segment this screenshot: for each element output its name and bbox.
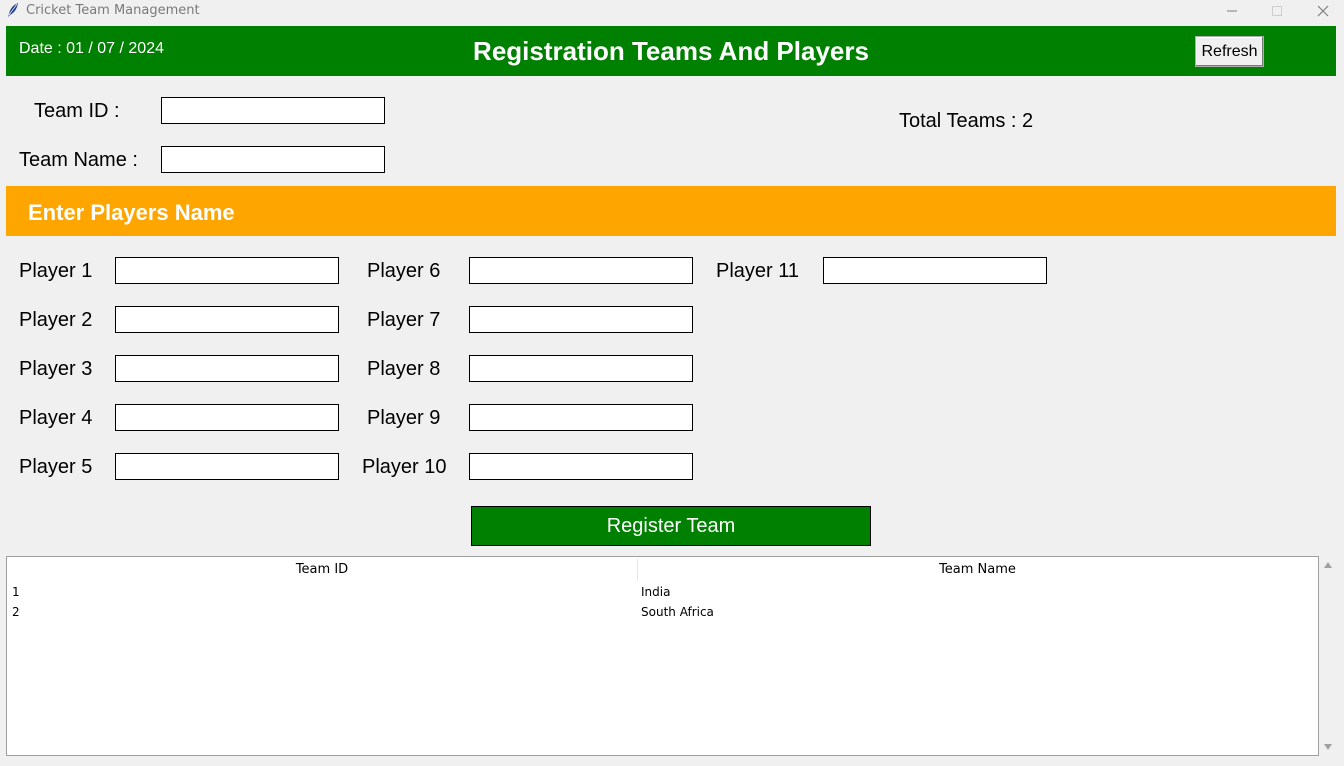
player-9-input[interactable]	[469, 404, 693, 431]
triangle-down-icon	[1322, 740, 1334, 757]
player-4-input[interactable]	[115, 404, 339, 431]
triangle-up-icon	[1322, 558, 1334, 575]
player-9-label: Player 9	[367, 407, 441, 429]
scroll-up-button[interactable]	[1322, 558, 1334, 570]
player-5-input[interactable]	[115, 453, 339, 480]
window-title: Cricket Team Management	[26, 3, 200, 18]
player-3-label: Player 3	[19, 358, 93, 380]
register-team-button[interactable]: Register Team	[471, 506, 871, 546]
players-section-title: Enter Players Name	[28, 200, 235, 225]
minimize-button[interactable]	[1209, 0, 1255, 22]
player-10-label: Player 10	[362, 456, 447, 478]
cell-team-name: South Africa	[641, 605, 714, 619]
team-name-label: Team Name :	[19, 149, 138, 171]
teams-table[interactable]: Team ID Team Name 1 India 2 South Africa	[6, 556, 1319, 756]
total-teams-label: Total Teams : 2	[899, 110, 1034, 132]
close-button[interactable]	[1300, 0, 1344, 22]
minimize-icon	[1226, 5, 1238, 17]
cell-team-id: 1	[12, 585, 20, 599]
refresh-button[interactable]: Refresh	[1195, 36, 1264, 67]
cell-team-name: India	[641, 585, 671, 599]
player-1-input[interactable]	[115, 257, 339, 284]
player-3-input[interactable]	[115, 355, 339, 382]
player-5-label: Player 5	[19, 456, 93, 478]
player-10-input[interactable]	[469, 453, 693, 480]
window-title-bar: Cricket Team Management	[0, 0, 1344, 22]
player-8-label: Player 8	[367, 358, 441, 380]
scroll-down-button[interactable]	[1322, 740, 1334, 752]
player-11-input[interactable]	[823, 257, 1047, 284]
table-row[interactable]: 1 India	[7, 582, 1318, 602]
feather-icon	[6, 2, 20, 18]
team-id-input[interactable]	[161, 97, 385, 124]
team-id-label: Team ID :	[34, 100, 120, 122]
player-8-input[interactable]	[469, 355, 693, 382]
player-11-label: Player 11	[716, 260, 800, 282]
players-section-bar: Enter Players Name	[6, 186, 1336, 236]
column-header-team-name[interactable]: Team Name	[637, 557, 1318, 582]
header-bar: Date : 01 / 07 / 2024 Registration Teams…	[6, 26, 1336, 76]
page-title: Registration Teams And Players	[473, 36, 869, 66]
player-2-label: Player 2	[19, 309, 93, 331]
close-icon	[1317, 5, 1329, 17]
maximize-button[interactable]	[1254, 0, 1300, 22]
player-2-input[interactable]	[115, 306, 339, 333]
cell-team-id: 2	[12, 605, 20, 619]
team-name-input[interactable]	[161, 146, 385, 173]
player-6-label: Player 6	[367, 260, 441, 282]
maximize-icon	[1271, 5, 1283, 17]
column-header-team-id[interactable]: Team ID	[7, 557, 637, 582]
player-6-input[interactable]	[469, 257, 693, 284]
player-1-label: Player 1	[19, 260, 93, 282]
player-7-input[interactable]	[469, 306, 693, 333]
table-row[interactable]: 2 South Africa	[7, 602, 1318, 622]
player-4-label: Player 4	[19, 407, 93, 429]
player-7-label: Player 7	[367, 309, 441, 331]
table-header: Team ID Team Name	[7, 557, 1318, 582]
